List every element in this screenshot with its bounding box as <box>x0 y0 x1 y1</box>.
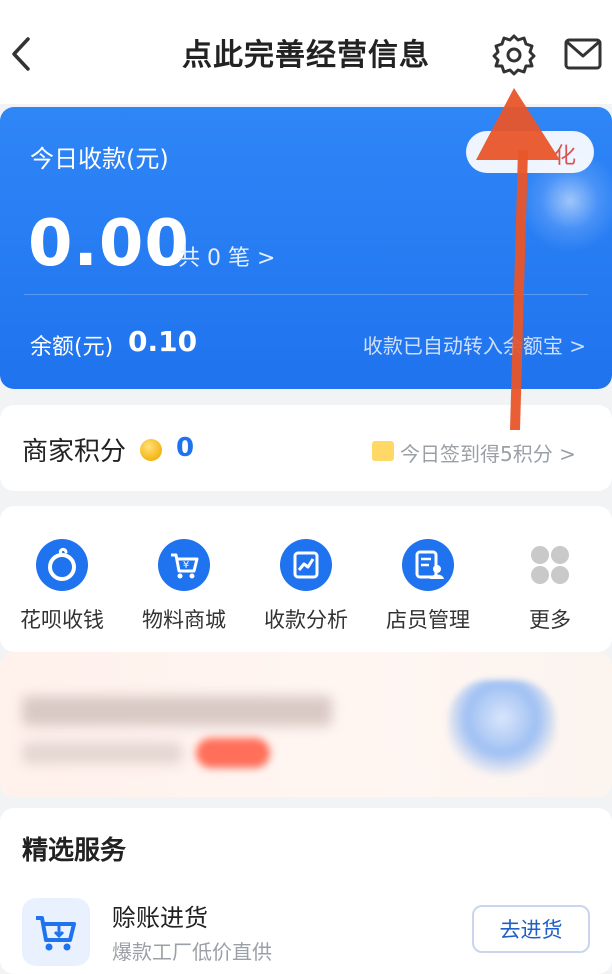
pill-label: 化 <box>553 144 576 169</box>
banner-headline-blurred <box>22 696 332 726</box>
quick-action-staff-management[interactable]: 店员管理 <box>373 538 483 634</box>
quick-action-label: 花呗收钱 <box>20 608 104 632</box>
merchant-points-row[interactable]: 商家积分 0 今日签到得5积分 > <box>0 405 612 491</box>
quick-action-label: 物料商城 <box>142 608 226 632</box>
service-name: 赊账进货 <box>112 904 208 932</box>
quick-action-label: 更多 <box>529 608 571 632</box>
chart-icon <box>280 539 332 591</box>
svg-text:¥: ¥ <box>183 560 189 571</box>
service-description: 爆款工厂低价直供 <box>112 940 272 964</box>
quick-action-payment-analysis[interactable]: 收款分析 <box>251 538 361 634</box>
daily-signin-link[interactable]: 今日签到得5积分 > <box>400 438 576 467</box>
quick-action-more[interactable]: 更多 <box>495 538 605 634</box>
service-icon-box <box>22 898 90 966</box>
balance-value: 0.10 <box>128 325 198 358</box>
mail-icon[interactable] <box>563 36 603 72</box>
cart-download-icon <box>36 916 76 951</box>
quick-action-label: 收款分析 <box>264 608 348 632</box>
coin-icon <box>140 439 162 461</box>
income-card[interactable]: 今日收款(元) 化 0.00 共 0 笔 > 余额(元) 0.10 收款已自动转… <box>0 107 612 389</box>
gear-icon[interactable] <box>492 32 536 76</box>
shopping-cart-icon: ¥ <box>158 539 210 591</box>
quick-action-huabei[interactable]: 花呗收钱 <box>7 538 117 634</box>
note-icon <box>372 441 394 461</box>
auto-transfer-link[interactable]: 收款已自动转入余额宝 > <box>363 330 586 359</box>
balance-label: 余额(元) <box>30 335 114 360</box>
banner-illustration <box>448 680 556 776</box>
income-amount: 0.00 <box>28 207 190 281</box>
featured-services: 精选服务 赊账进货 爆款工厂低价直供 去进货 <box>0 808 612 974</box>
quick-action-label: 店员管理 <box>386 608 470 632</box>
more-grid-icon <box>531 546 569 584</box>
staff-icon <box>402 539 454 591</box>
points-value: 0 <box>176 433 195 463</box>
banner-subtext-blurred <box>22 742 182 764</box>
top-bar: 点此完善经营信息 <box>0 0 612 104</box>
huabei-icon <box>36 539 88 591</box>
income-title: 今日收款(元) <box>30 145 169 173</box>
promo-banner[interactable] <box>0 652 612 797</box>
go-restock-button[interactable]: 去进货 <box>472 905 590 953</box>
points-label: 商家积分 <box>22 437 127 467</box>
card-pill-button[interactable]: 化 <box>466 131 594 173</box>
card-divider <box>24 294 588 295</box>
banner-tag-blurred <box>196 738 270 768</box>
quick-action-material-mall[interactable]: ¥ 物料商城 <box>129 538 239 634</box>
transaction-count-link[interactable]: 共 0 笔 > <box>178 240 275 272</box>
services-title: 精选服务 <box>22 836 127 866</box>
quick-actions-panel: 花呗收钱 ¥ 物料商城 收款分析 店员管理 更多 <box>0 506 612 652</box>
